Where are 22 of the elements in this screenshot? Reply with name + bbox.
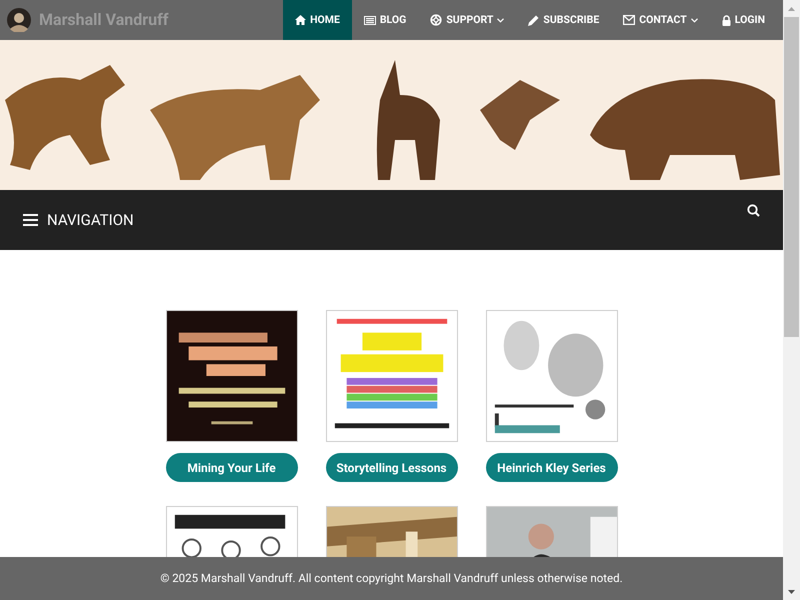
lock-icon — [722, 14, 731, 26]
search-icon[interactable] — [747, 204, 760, 216]
menu-icon — [23, 214, 38, 226]
copyright-text: © 2025 Marshall Vandruff. All content copyright Marshall Vandruff unless otherwise noted. — [160, 570, 623, 587]
card-icon — [364, 16, 376, 24]
series-button[interactable]: Heinrich Kley Series — [486, 453, 618, 482]
menu-link[interactable]: CONTACT — [611, 0, 710, 40]
menu-link[interactable]: LOGIN — [710, 0, 777, 40]
series-button[interactable]: Storytelling Lessons — [326, 453, 458, 482]
menu-link[interactable]: HOME — [283, 0, 352, 40]
envelope-icon — [623, 15, 636, 25]
lifebuoy-icon — [430, 14, 442, 26]
avatar-icon — [7, 8, 31, 32]
menu-link[interactable]: SUBSCRIBE — [516, 0, 612, 40]
menu-link[interactable]: BLOG — [352, 0, 418, 40]
navigation-toggle[interactable]: NAVIGATION — [23, 208, 134, 232]
series-button[interactable]: Mining Your Life — [166, 453, 298, 482]
scroll-down-icon[interactable] — [788, 590, 795, 594]
home-icon — [295, 15, 306, 25]
scrollbar[interactable] — [783, 0, 800, 600]
menu-link[interactable]: SUPPORT — [418, 0, 516, 40]
pencil-icon — [528, 14, 540, 26]
